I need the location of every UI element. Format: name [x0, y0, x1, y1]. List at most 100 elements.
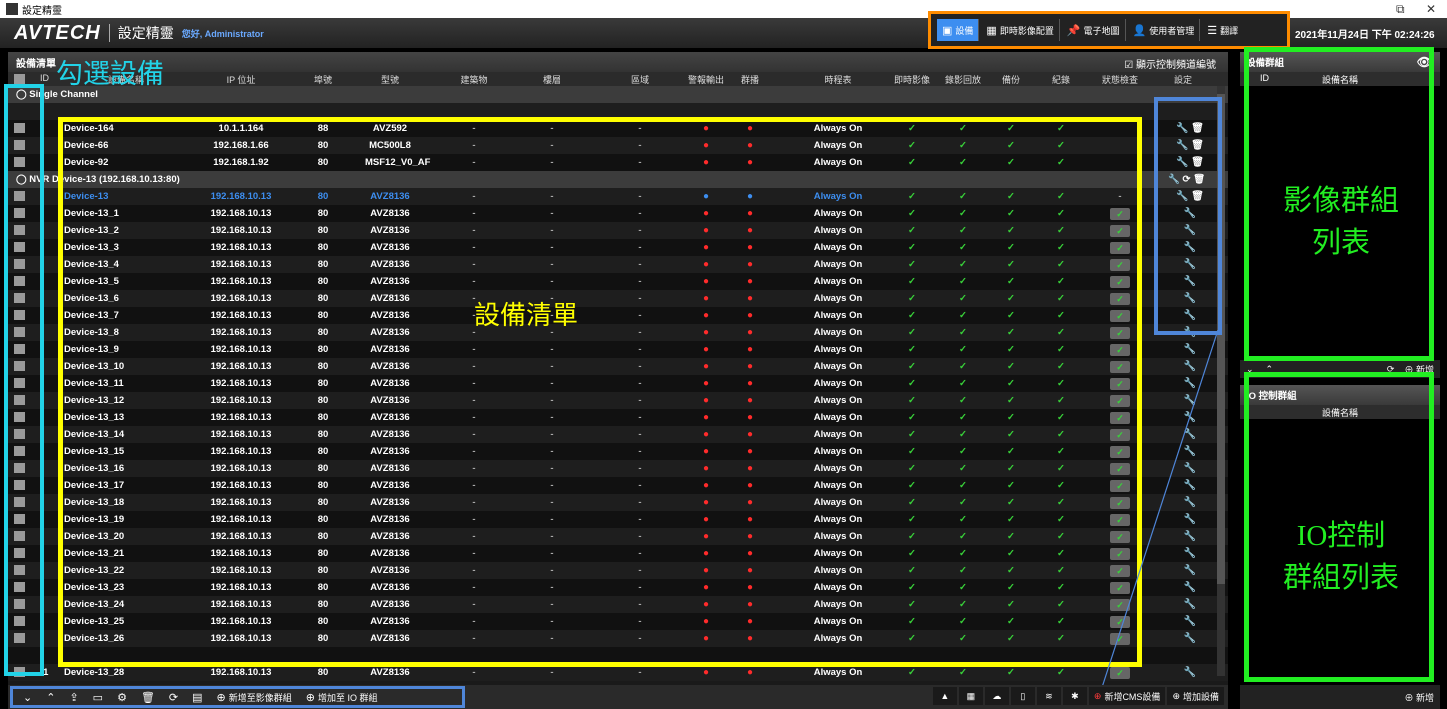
row-checkbox[interactable]	[14, 242, 25, 252]
status-check-button[interactable]: ✓	[1098, 208, 1142, 220]
chevron-down-icon[interactable]: ⌄	[1246, 364, 1254, 375]
device-row[interactable]: Device-13 192.168.10.13 80 AVZ8136 - - - ● ● Alwa…	[8, 188, 1228, 205]
device-row[interactable]: Device-13_10 192.168.10.13 80 AVZ8136 - - - ● ● A…	[8, 358, 1228, 375]
wrench-icon[interactable]: 🔧	[1184, 208, 1196, 219]
device-row[interactable]: -1 Device-13_28 192.168.10.13 80 AVZ8136 - - - ●…	[8, 664, 1228, 681]
row-checkbox[interactable]	[14, 208, 25, 218]
eye-icon[interactable]: 👁	[1417, 55, 1432, 69]
row-checkbox[interactable]	[14, 463, 25, 473]
status-check-button[interactable]: ✓	[1098, 310, 1142, 322]
row-checkbox[interactable]	[14, 667, 25, 677]
wrench-icon[interactable]: 🔧	[1184, 310, 1196, 321]
row-checkbox[interactable]	[14, 293, 25, 303]
row-checkbox[interactable]	[14, 378, 25, 388]
device-row[interactable]: Device-164 10.1.1.164 88 AVZ592 - - - ● ● Always …	[8, 120, 1228, 137]
trash-icon[interactable]: 🗑	[1188, 140, 1204, 151]
row-checkbox[interactable]	[14, 548, 25, 558]
device-row[interactable]: Device-13_2 192.168.10.13 80 AVZ8136 - - - ● ● Al…	[8, 222, 1228, 239]
gear-icon[interactable]: ⚙	[111, 688, 133, 706]
device-row[interactable]: Device-13_23 192.168.10.13 80 AVZ8136 - - - ● ● A…	[8, 579, 1228, 596]
row-checkbox[interactable]	[14, 361, 25, 371]
wifi-icon[interactable]: ≋	[1036, 687, 1061, 705]
row-checkbox[interactable]	[14, 446, 25, 456]
row-checkbox[interactable]	[14, 514, 25, 524]
device-row[interactable]: Device-13_11 192.168.10.13 80 AVZ8136 - - - ● ● A…	[8, 375, 1228, 392]
device-row[interactable]: Device-13_17 192.168.10.13 80 AVZ8136 - - - ● ● A…	[8, 477, 1228, 494]
refresh-icon[interactable]: ⟳	[1387, 364, 1395, 375]
device-row[interactable]: Device-13_19 192.168.10.13 80 AVZ8136 - - - ● ● A…	[8, 511, 1228, 528]
device-row[interactable]: Device-13_9 192.168.10.13 80 AVZ8136 - - - ● ● Al…	[8, 341, 1228, 358]
row-checkbox[interactable]	[14, 157, 25, 167]
device-row[interactable]: Device-13_26 192.168.10.13 80 AVZ8136 - - - ● ● A…	[8, 630, 1228, 647]
row-checkbox[interactable]	[14, 582, 25, 592]
trash-icon[interactable]: 🗑	[135, 688, 161, 706]
wrench-icon[interactable]: 🔧	[1184, 276, 1196, 287]
nav-devices[interactable]: ▣ 設備	[937, 19, 980, 41]
row-checkbox[interactable]	[14, 633, 25, 643]
row-checkbox[interactable]	[14, 497, 25, 507]
nav-live-layout[interactable]: ▦ 即時影像配置	[981, 19, 1060, 41]
device-row[interactable]: Device-13_24 192.168.10.13 80 AVZ8136 - - - ● ● A…	[8, 596, 1228, 613]
row-checkbox[interactable]	[14, 599, 25, 609]
add-group-button[interactable]: ⊕ 新增	[1404, 363, 1434, 376]
device-row[interactable]: Device-13_3 192.168.10.13 80 AVZ8136 - - - ● ● Al…	[8, 239, 1228, 256]
group-row[interactable]: ◯ NVR Device-13 (192.168.10.13:80) 🔧 ⟳ 🗑	[8, 171, 1228, 188]
nav-translate[interactable]: ☰ 翻譯	[1202, 19, 1243, 41]
trash-icon[interactable]: 🗑	[1188, 157, 1204, 168]
device-row[interactable]: Device-13_25 192.168.10.13 80 AVZ8136 - - - ● ● A…	[8, 613, 1228, 630]
warning-icon[interactable]: ▲	[932, 687, 957, 705]
row-checkbox[interactable]	[14, 412, 25, 422]
add-cms-button[interactable]: ⊕ 新增CMS設備	[1088, 687, 1166, 705]
bluetooth-icon[interactable]: ✱	[1062, 687, 1087, 705]
monitor-icon[interactable]: ▭	[87, 688, 109, 706]
row-checkbox[interactable]	[14, 191, 25, 201]
nav-user-mgmt[interactable]: 👤 使用者管理	[1128, 19, 1201, 41]
nav-emap[interactable]: 📌 電子地圖	[1062, 19, 1126, 41]
row-checkbox[interactable]	[14, 480, 25, 490]
chevron-down-icon[interactable]: ⌄	[17, 688, 38, 706]
status-check-button[interactable]: ✓	[1098, 276, 1142, 288]
select-all-checkbox[interactable]	[14, 74, 25, 84]
device-row[interactable]: Device-13_5 192.168.10.13 80 AVZ8136 - - - ● ● Al…	[8, 273, 1228, 290]
device-row[interactable]: Device-13_21 192.168.10.13 80 AVZ8136 - - - ● ● A…	[8, 545, 1228, 562]
device-row[interactable]: Device-13_6 192.168.10.13 80 AVZ8136 - - - ● ● Al…	[8, 290, 1228, 307]
cloud-icon[interactable]: ☁	[984, 687, 1009, 705]
wrench-icon[interactable]: 🔧	[1184, 293, 1196, 304]
wrench-icon[interactable]: 🔧	[1176, 123, 1188, 134]
row-checkbox[interactable]	[14, 225, 25, 235]
row-checkbox[interactable]	[14, 565, 25, 575]
group-row[interactable]: ◯ Single Channel	[8, 86, 1228, 103]
row-checkbox[interactable]	[14, 123, 25, 133]
wrench-icon[interactable]: 🔧	[1176, 140, 1188, 151]
wrench-icon[interactable]: 🔧	[1184, 242, 1196, 253]
show-channel-numbers-toggle[interactable]: ☑ 顯示控制頻道編號	[1124, 56, 1216, 71]
refresh-icon[interactable]: ⟳	[163, 688, 184, 706]
close-button[interactable]: ✕	[1426, 2, 1436, 16]
device-row[interactable]: Device-13_14 192.168.10.13 80 AVZ8136 - - - ● ● A…	[8, 426, 1228, 443]
wrench-icon[interactable]: 🔧	[1184, 259, 1196, 270]
chevron-up-icon[interactable]: ⌃	[40, 688, 61, 706]
device-row[interactable]: Device-13_20 192.168.10.13 80 AVZ8136 - - - ● ● A…	[8, 528, 1228, 545]
add-to-io-group-button[interactable]: ⊕ 增加至 IO 群組	[300, 688, 384, 706]
status-check-button[interactable]: ✓	[1098, 225, 1142, 237]
wrench-icon[interactable]: 🔧	[1184, 225, 1196, 236]
device-row[interactable]: Device-13_15 192.168.10.13 80 AVZ8136 - - - ● ● A…	[8, 443, 1228, 460]
row-checkbox[interactable]	[14, 616, 25, 626]
device-row[interactable]: Device-13_16 192.168.10.13 80 AVZ8136 - - - ● ● A…	[8, 460, 1228, 477]
row-checkbox[interactable]	[14, 276, 25, 286]
row-checkbox[interactable]	[14, 327, 25, 337]
save-icon[interactable]: ▤	[186, 688, 208, 706]
wrench-icon[interactable]: 🔧	[1176, 157, 1188, 168]
chevron-up-icon[interactable]: ⌃	[1266, 364, 1274, 375]
row-checkbox[interactable]	[14, 259, 25, 269]
add-device-button[interactable]: ⊕ 增加設備	[1167, 687, 1224, 705]
upload-icon[interactable]: ⇪	[63, 688, 84, 706]
row-checkbox[interactable]	[14, 395, 25, 405]
device-row[interactable]: Device-13_12 192.168.10.13 80 AVZ8136 - - - ● ● A…	[8, 392, 1228, 409]
row-checkbox[interactable]	[14, 310, 25, 320]
device-row[interactable]: Device-13_4 192.168.10.13 80 AVZ8136 - - - ● ● Al…	[8, 256, 1228, 273]
group-actions[interactable]: 🔧 ⟳ 🗑	[1168, 174, 1205, 185]
trash-icon[interactable]: 🗑	[1188, 191, 1204, 202]
device-row[interactable]: Device-13_13 192.168.10.13 80 AVZ8136 - - - ● ● A…	[8, 409, 1228, 426]
status-check-button[interactable]: ✓	[1098, 242, 1142, 254]
